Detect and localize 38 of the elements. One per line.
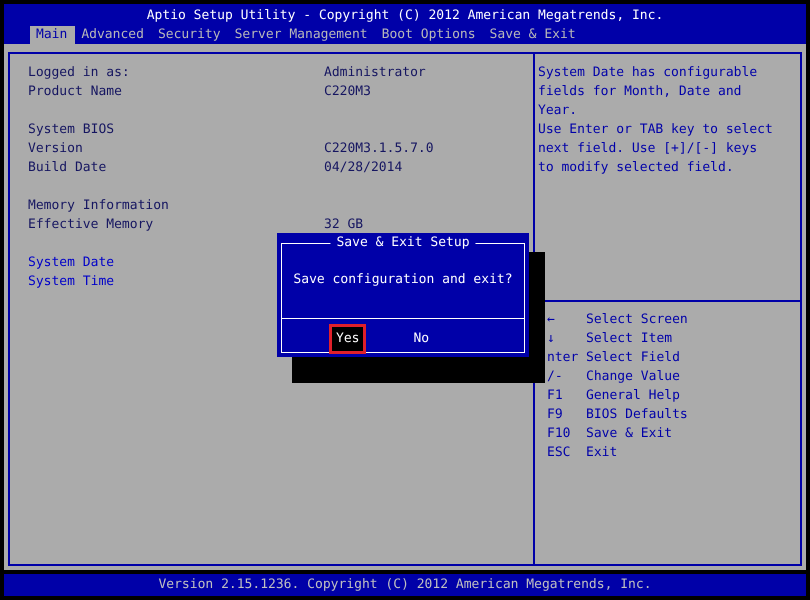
key-description: Select Screen <box>586 311 688 329</box>
setting-label: Memory Information <box>28 197 170 215</box>
setting-label: Build Date <box>28 159 108 177</box>
key-description: Save & Exit <box>586 425 672 443</box>
window-title: Aptio Setup Utility - Copyright (C) 2012 American Megatrends, Inc. <box>146 7 664 25</box>
key-label: nter <box>547 349 580 367</box>
key-description: Exit <box>586 444 618 462</box>
key-label: ← <box>547 311 556 329</box>
key-description: General Help <box>586 387 680 405</box>
key-description: Select Field <box>586 349 680 367</box>
setting-label: Logged in as: <box>28 64 131 82</box>
setting-label: Version <box>28 140 84 158</box>
tab[interactable]: Server Management <box>228 26 376 44</box>
tab[interactable]: Advanced <box>75 26 152 44</box>
key-label: F1 <box>547 387 564 405</box>
key-label: ↓ <box>547 330 556 348</box>
setting-value: C220M3 <box>324 83 371 101</box>
setting-label: System BIOS <box>28 121 116 139</box>
key-description: Change Value <box>586 368 680 386</box>
setting-value: 32 GB <box>324 216 364 234</box>
tab[interactable]: Boot Options <box>376 26 484 44</box>
key-label: /- <box>547 368 564 386</box>
dialog-button[interactable]: Yes <box>329 324 366 354</box>
key-label: F9 <box>547 406 564 424</box>
key-description: BIOS Defaults <box>586 406 688 424</box>
key-description: Select Item <box>586 330 672 348</box>
key-label: ESC <box>547 444 572 462</box>
key-label: F10 <box>547 425 572 443</box>
version-text: Version 2.15.1236. Copyright (C) 2012 American Megatrends, Inc. <box>158 576 652 594</box>
tab[interactable]: Save & Exit <box>484 26 584 44</box>
setting-value: C220M3.1.5.7.0 <box>324 140 434 158</box>
setting-value: 04/28/2014 <box>324 159 402 177</box>
setting-label: Effective Memory <box>28 216 154 234</box>
setting-label: Product Name <box>28 83 123 101</box>
tab[interactable]: Security <box>152 26 229 44</box>
setting-value: Administrator <box>324 64 426 82</box>
dialog-button[interactable]: No <box>406 324 436 354</box>
tab[interactable]: Main <box>30 26 76 44</box>
